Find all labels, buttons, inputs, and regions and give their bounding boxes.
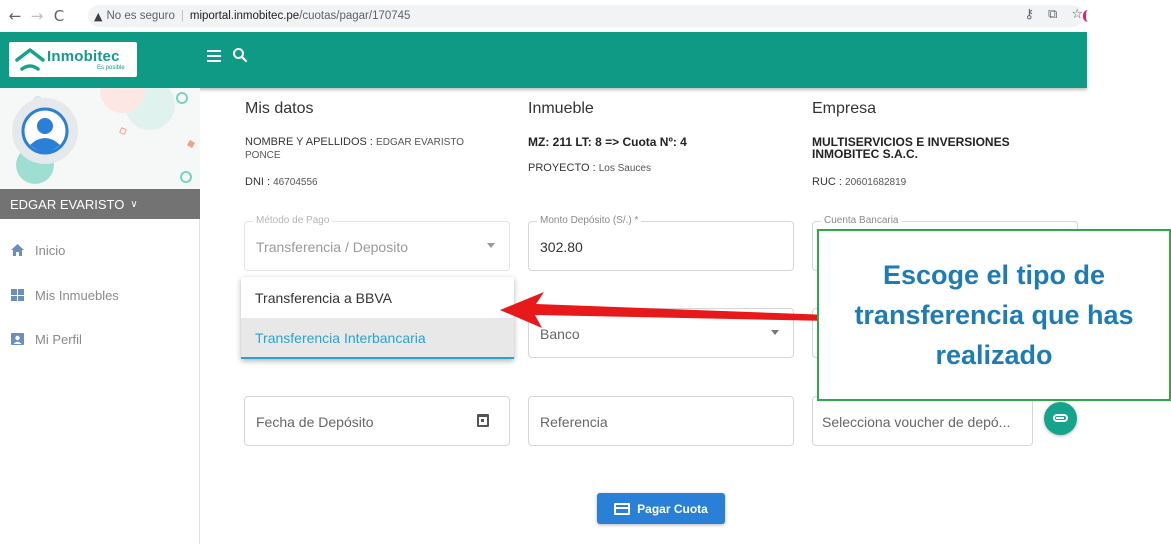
monto-deposito-label: Monto Depósito (S/.) * <box>537 215 642 226</box>
nombre-value: EDGAR EVARISTO <box>376 137 465 148</box>
paperclip-icon-detail <box>1056 417 1064 419</box>
nombre-label: NOMBRE Y APELLIDOS : <box>245 136 373 148</box>
separator: | <box>180 10 184 22</box>
decoration-square <box>119 127 127 135</box>
reload-icon[interactable]: C <box>48 7 70 25</box>
avatar[interactable] <box>12 98 78 164</box>
dni-label: DNI : <box>245 176 271 188</box>
url-path: /cuotas/pagar/170745 <box>299 10 411 22</box>
fecha-deposito-field[interactable]: Fecha de Depósito <box>244 396 510 446</box>
voucher-field[interactable]: Selecciona voucher de depó... <box>812 396 1033 446</box>
user-name: EDGAR EVARISTO <box>10 196 125 212</box>
logo[interactable]: Inmobitec Es posible <box>9 42 137 77</box>
instruction-callout: Escoge el tipo de transferencia que has … <box>817 229 1171 401</box>
dni-line: DNI : 46704556 <box>245 176 318 189</box>
referencia-placeholder: Referencia <box>540 414 608 430</box>
sidebar-item-inicio[interactable]: Inicio <box>10 240 65 260</box>
monto-deposito-field[interactable]: Monto Depósito (S/.) * 302.80 <box>528 215 794 271</box>
sidebar-item-label: Inicio <box>35 242 66 258</box>
back-arrow-icon[interactable]: ← <box>4 7 26 25</box>
pagar-cuota-button[interactable]: Pagar Cuota <box>597 493 725 524</box>
grid-icon <box>11 289 24 301</box>
decoration-ring <box>180 171 192 183</box>
caret-down-icon <box>771 330 779 335</box>
chevron-down-icon: ∨ <box>130 198 138 210</box>
option-transferencia-interbancaria[interactable]: Transferencia Interbancaria <box>241 318 514 359</box>
proyecto-label: PROYECTO : <box>528 162 596 174</box>
caret-down-icon <box>487 243 495 248</box>
user-avatar-icon <box>21 107 69 155</box>
logo-tagline: Es posible <box>97 65 125 71</box>
warning-icon: ▲ <box>94 9 103 23</box>
security-label: No es seguro <box>106 10 175 22</box>
sidebar-item-label: Mi Perfil <box>35 331 82 347</box>
star-icon[interactable]: ☆ <box>1071 7 1083 22</box>
calendar-icon[interactable] <box>477 414 489 427</box>
ruc-value: 20601682819 <box>845 177 907 188</box>
search-icon[interactable] <box>232 47 248 63</box>
inmueble-title: Inmueble <box>528 100 594 117</box>
nombre-line: NOMBRE Y APELLIDOS : EDGAR EVARISTO PONC… <box>245 136 505 162</box>
proyecto-line: PROYECTO : Los Sauces <box>528 162 651 175</box>
url-host: miportal.inmobitec.pe <box>189 10 300 22</box>
empresa-title: Empresa <box>812 100 877 117</box>
voucher-placeholder: Selecciona voucher de depó... <box>822 414 1011 430</box>
empresa-name-line2: INMOBITEC S.A.C. <box>812 147 919 161</box>
fecha-deposito-placeholder: Fecha de Depósito <box>256 414 374 430</box>
monto-deposito-value: 302.80 <box>540 239 583 255</box>
app-header: Inmobitec Es posible <box>0 32 1087 88</box>
sidebar-item-mi-perfil[interactable]: Mi Perfil <box>10 329 82 349</box>
attach-button[interactable] <box>1044 402 1077 435</box>
dni-value: 46704556 <box>273 177 318 188</box>
logo-house-icon <box>15 48 45 71</box>
option-transferencia-bbva[interactable]: Transferencia a BBVA <box>241 277 514 318</box>
home-icon <box>11 244 24 256</box>
sidebar-item-mis-inmuebles[interactable]: Mis Inmuebles <box>10 285 119 305</box>
empresa-name: MULTISERVICIOS E INVERSIONES INMOBITEC S… <box>812 136 1082 160</box>
menu-icon[interactable] <box>207 50 221 62</box>
profile-icon[interactable] <box>1083 10 1093 22</box>
nombre-value-continued: PONCE <box>245 150 281 161</box>
decoration-square <box>186 139 196 149</box>
lote-cuota: MZ: 211 LT: 8 => Cuota Nº: 4 <box>528 135 687 149</box>
pagar-cuota-label: Pagar Cuota <box>637 501 708 516</box>
browser-toolbar: ← → C ▲ No es seguro | miportal.inmobite… <box>0 0 1171 32</box>
cuenta-bancaria-label: Cuenta Bancaria <box>821 215 902 226</box>
metodo-pago-value: Transferencia / Deposito <box>256 239 408 255</box>
credit-card-icon <box>614 502 631 515</box>
ruc-label: RUC : <box>812 176 842 188</box>
profile-card-icon <box>11 333 24 345</box>
user-menu[interactable]: EDGAR EVARISTO ∨ <box>0 189 200 219</box>
referencia-field[interactable]: Referencia <box>528 396 794 446</box>
proyecto-value: Los Sauces <box>598 163 651 174</box>
forward-arrow-icon[interactable]: → <box>26 7 48 25</box>
sidebar-item-label: Mis Inmuebles <box>35 287 119 303</box>
key-icon[interactable]: ⚷ <box>1025 7 1035 22</box>
sidebar: EDGAR EVARISTO ∨ Inicio Mis Inmuebles Mi… <box>0 88 200 544</box>
ruc-line: RUC : 20601682819 <box>812 176 906 189</box>
annotation-arrow <box>500 292 830 328</box>
metodo-pago-label: Método de Pago <box>253 215 333 226</box>
address-bar[interactable]: ▲ No es seguro | miportal.inmobitec.pe/c… <box>88 5 1083 27</box>
mis-datos-title: Mis datos <box>245 100 314 117</box>
logo-name: Inmobitec <box>47 48 120 65</box>
sidebar-profile-banner <box>0 88 200 192</box>
metodo-pago-dropdown: Transferencia a BBVA Transferencia Inter… <box>241 277 514 359</box>
metodo-pago-select[interactable]: Método de Pago Transferencia / Deposito <box>244 215 510 271</box>
decoration-ring <box>176 92 188 104</box>
browser-actions: ⚷ ⧉ ☆ <box>1025 7 1083 22</box>
callout-text: Escoge el tipo de transferencia que has … <box>854 260 1134 370</box>
translate-icon[interactable]: ⧉ <box>1048 7 1057 22</box>
